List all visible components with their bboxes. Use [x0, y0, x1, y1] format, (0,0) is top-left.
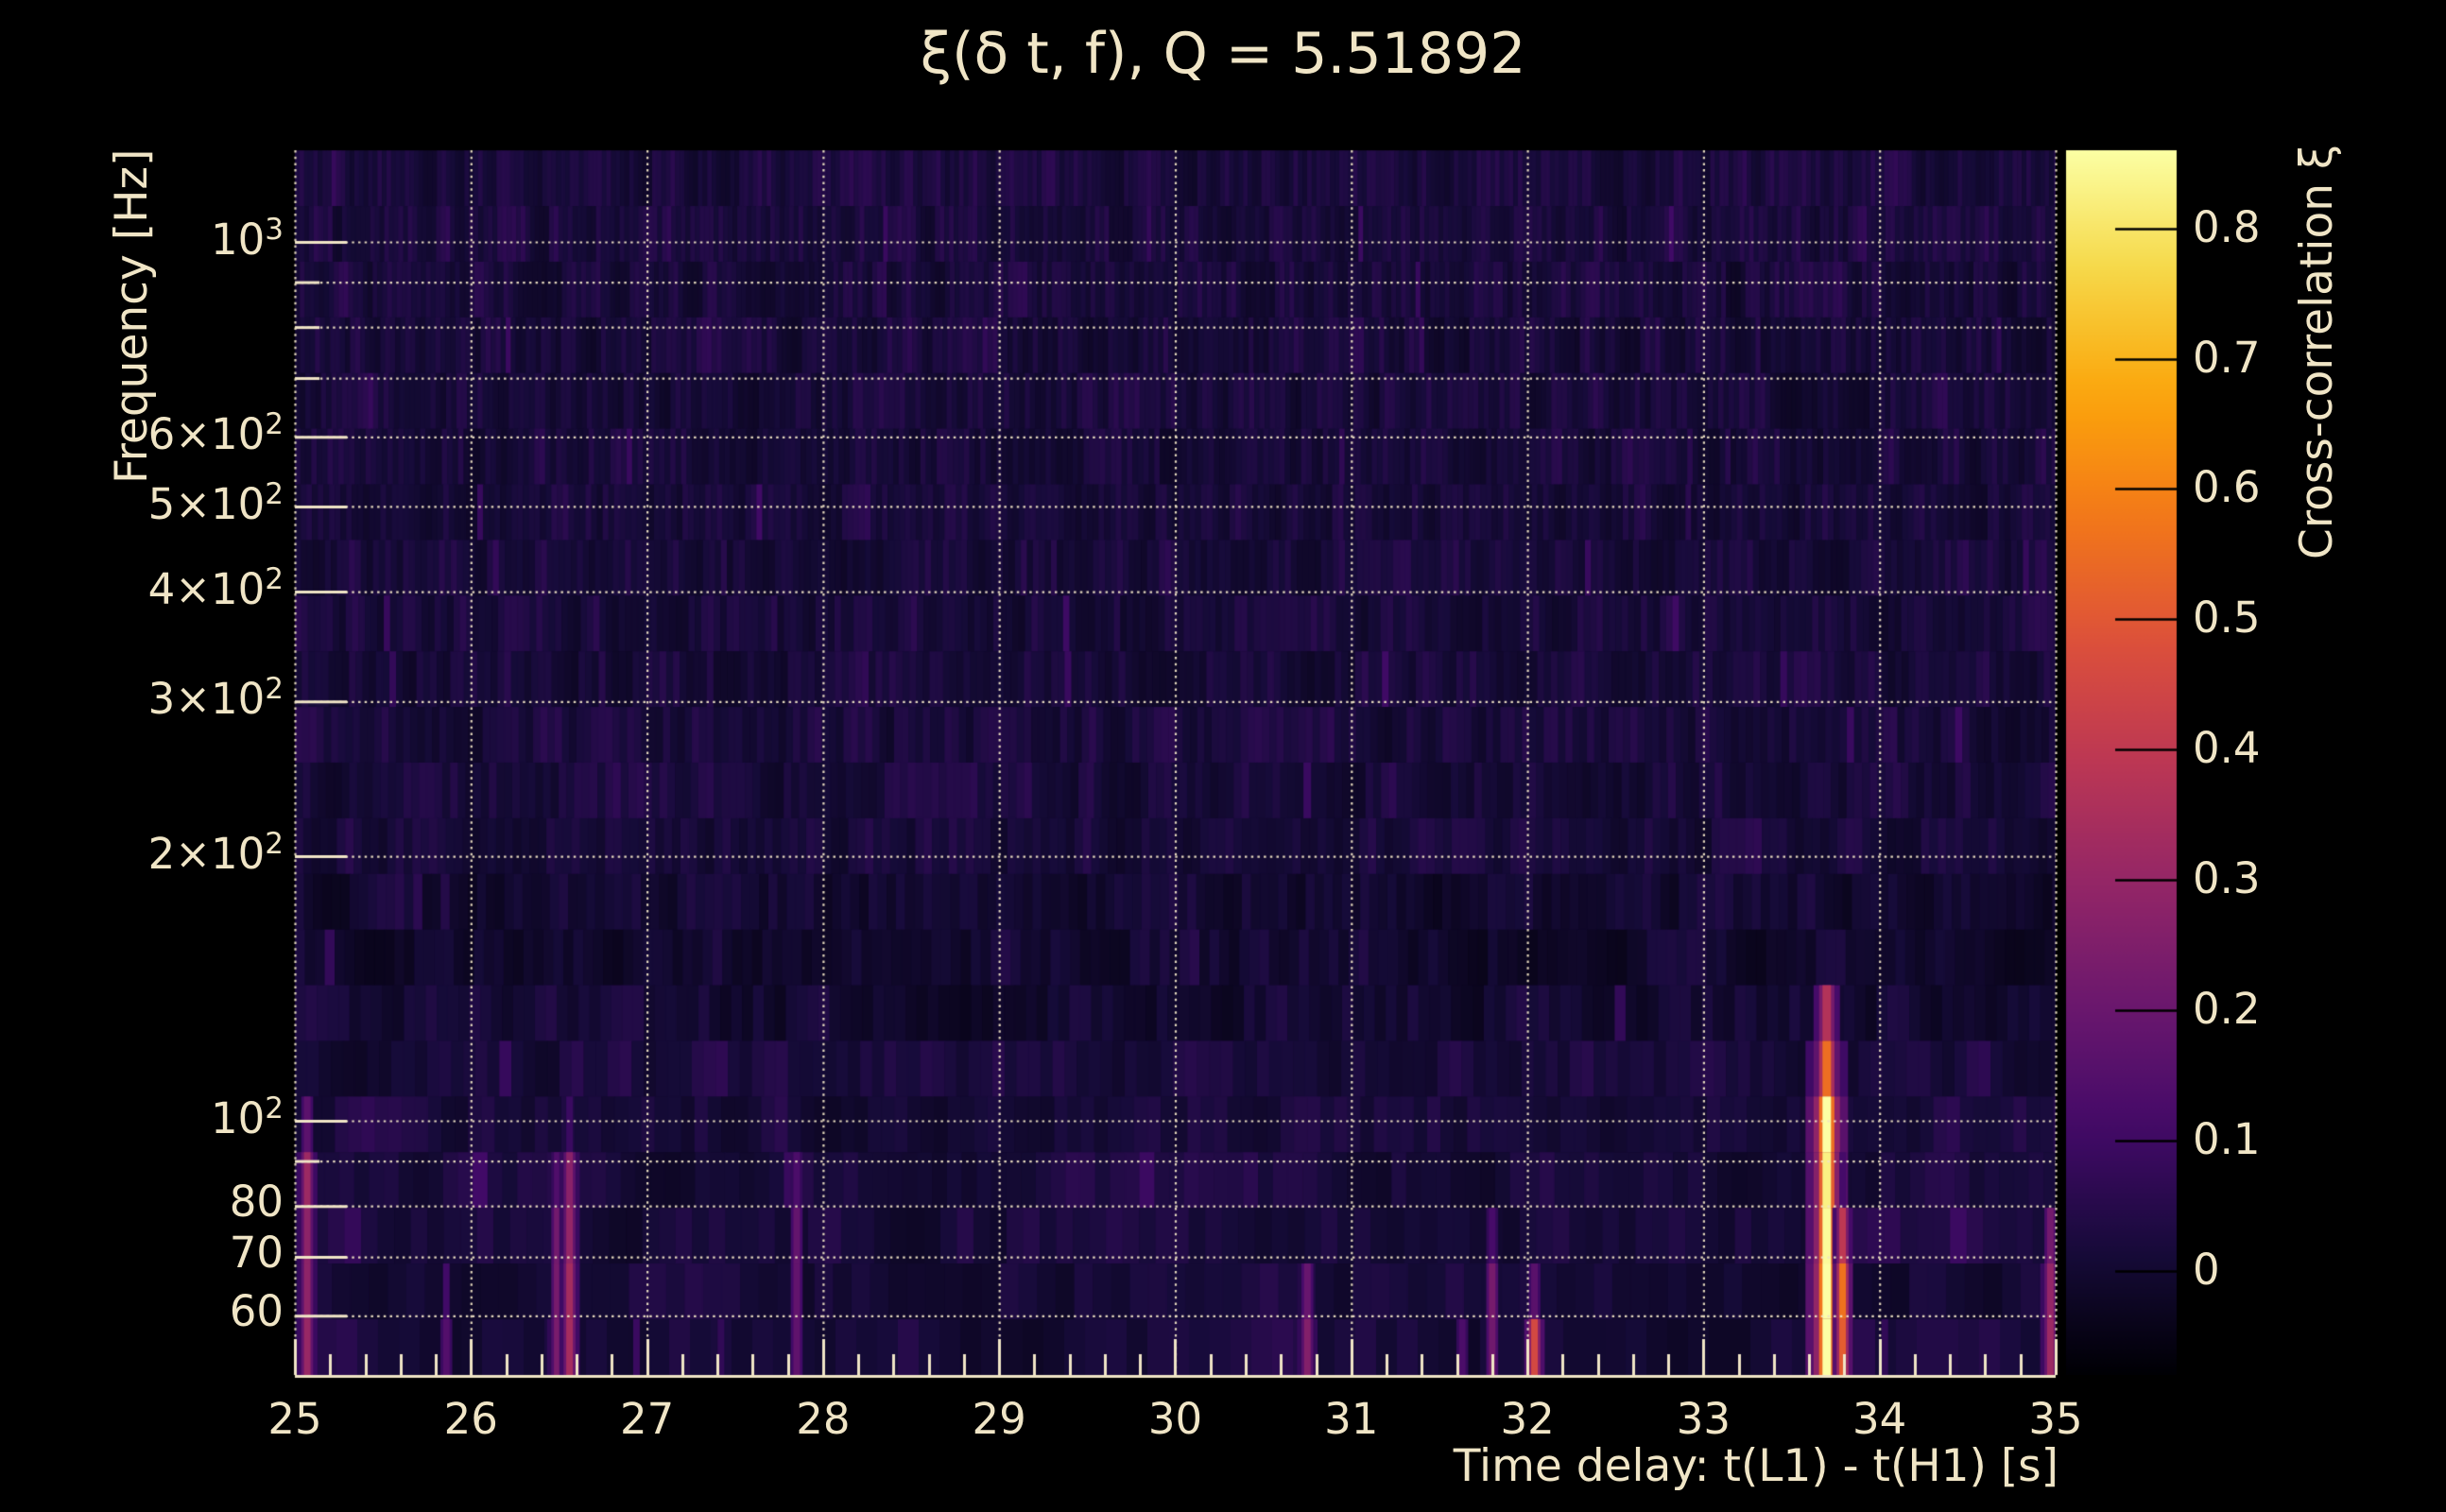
x-tick-label: 25: [267, 1394, 322, 1444]
x-tick-label: 26: [443, 1394, 498, 1444]
x-tick-label: 33: [1676, 1394, 1731, 1444]
y-tick-label: 80: [229, 1177, 284, 1228]
x-tick-label: 32: [1500, 1394, 1555, 1444]
colorbar-tick-label: 0.6: [2193, 462, 2261, 513]
spectrogram-figure: ξ(δ t, f), Q = 5.51892 Time delay: t(L1)…: [0, 0, 2446, 1512]
x-axis-label: Time delay: t(L1) - t(H1) [s]: [1453, 1440, 2058, 1492]
colorbar-label: Cross-correlation ξ: [2291, 144, 2343, 559]
colorbar-tick-label: 0.7: [2193, 332, 2261, 383]
y-tick-label: 60: [229, 1286, 284, 1337]
x-tick-label: 28: [796, 1394, 851, 1444]
colorbar-tick-label: 0.5: [2193, 593, 2261, 644]
x-tick-label: 27: [619, 1394, 675, 1444]
colorbar-tick-label: 0.3: [2193, 853, 2261, 904]
colorbar-tick-label: 0.1: [2193, 1113, 2261, 1164]
x-tick-label: 29: [972, 1394, 1026, 1444]
y-tick-label: 102: [211, 1091, 284, 1143]
heatmap-canvas: [0, 0, 2446, 1512]
y-tick-label: 5×102: [147, 476, 284, 529]
y-tick-label: 2×102: [147, 827, 284, 880]
colorbar-tick-label: 0: [2193, 1244, 2220, 1295]
y-tick-label: 70: [229, 1228, 284, 1279]
y-tick-label: 3×102: [147, 672, 284, 725]
x-tick-label: 35: [2028, 1394, 2083, 1444]
y-tick-label: 6×102: [147, 407, 284, 460]
y-tick-label: 103: [211, 213, 284, 265]
x-tick-label: 30: [1147, 1394, 1203, 1444]
colorbar-tick-label: 0.2: [2193, 983, 2261, 1034]
colorbar-tick-label: 0.4: [2193, 723, 2261, 774]
x-tick-label: 34: [1852, 1394, 1907, 1444]
y-tick-label: 4×102: [147, 562, 284, 615]
colorbar-tick-label: 0.8: [2193, 201, 2261, 252]
chart-title: ξ(δ t, f), Q = 5.51892: [920, 21, 1526, 87]
x-tick-label: 31: [1324, 1394, 1379, 1444]
